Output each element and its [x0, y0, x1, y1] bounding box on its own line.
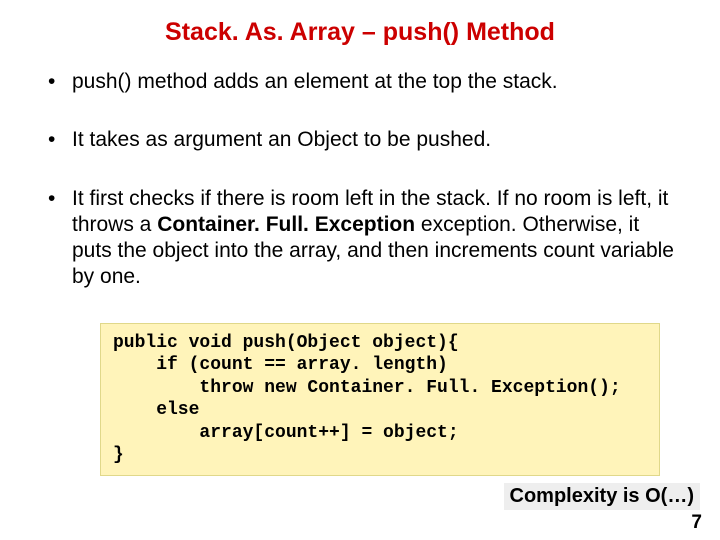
bullet-text: It takes as argument an Object to be pus…	[72, 128, 491, 151]
bullet-text-bold: Container. Full. Exception	[157, 213, 415, 236]
page-number: 7	[691, 512, 702, 534]
complexity-note: Complexity is O(…)	[504, 483, 700, 510]
bullet-item: It takes as argument an Object to be pus…	[40, 127, 680, 153]
bullet-list: push() method adds an element at the top…	[40, 69, 680, 291]
bullet-item: push() method adds an element at the top…	[40, 69, 680, 95]
bullet-text: push() method adds an element at the top…	[72, 70, 558, 93]
code-block: public void push(Object object){ if (cou…	[100, 323, 660, 476]
bullet-item: It first checks if there is room left in…	[40, 186, 680, 291]
slide-title: Stack. As. Array – push() Method	[40, 18, 680, 47]
